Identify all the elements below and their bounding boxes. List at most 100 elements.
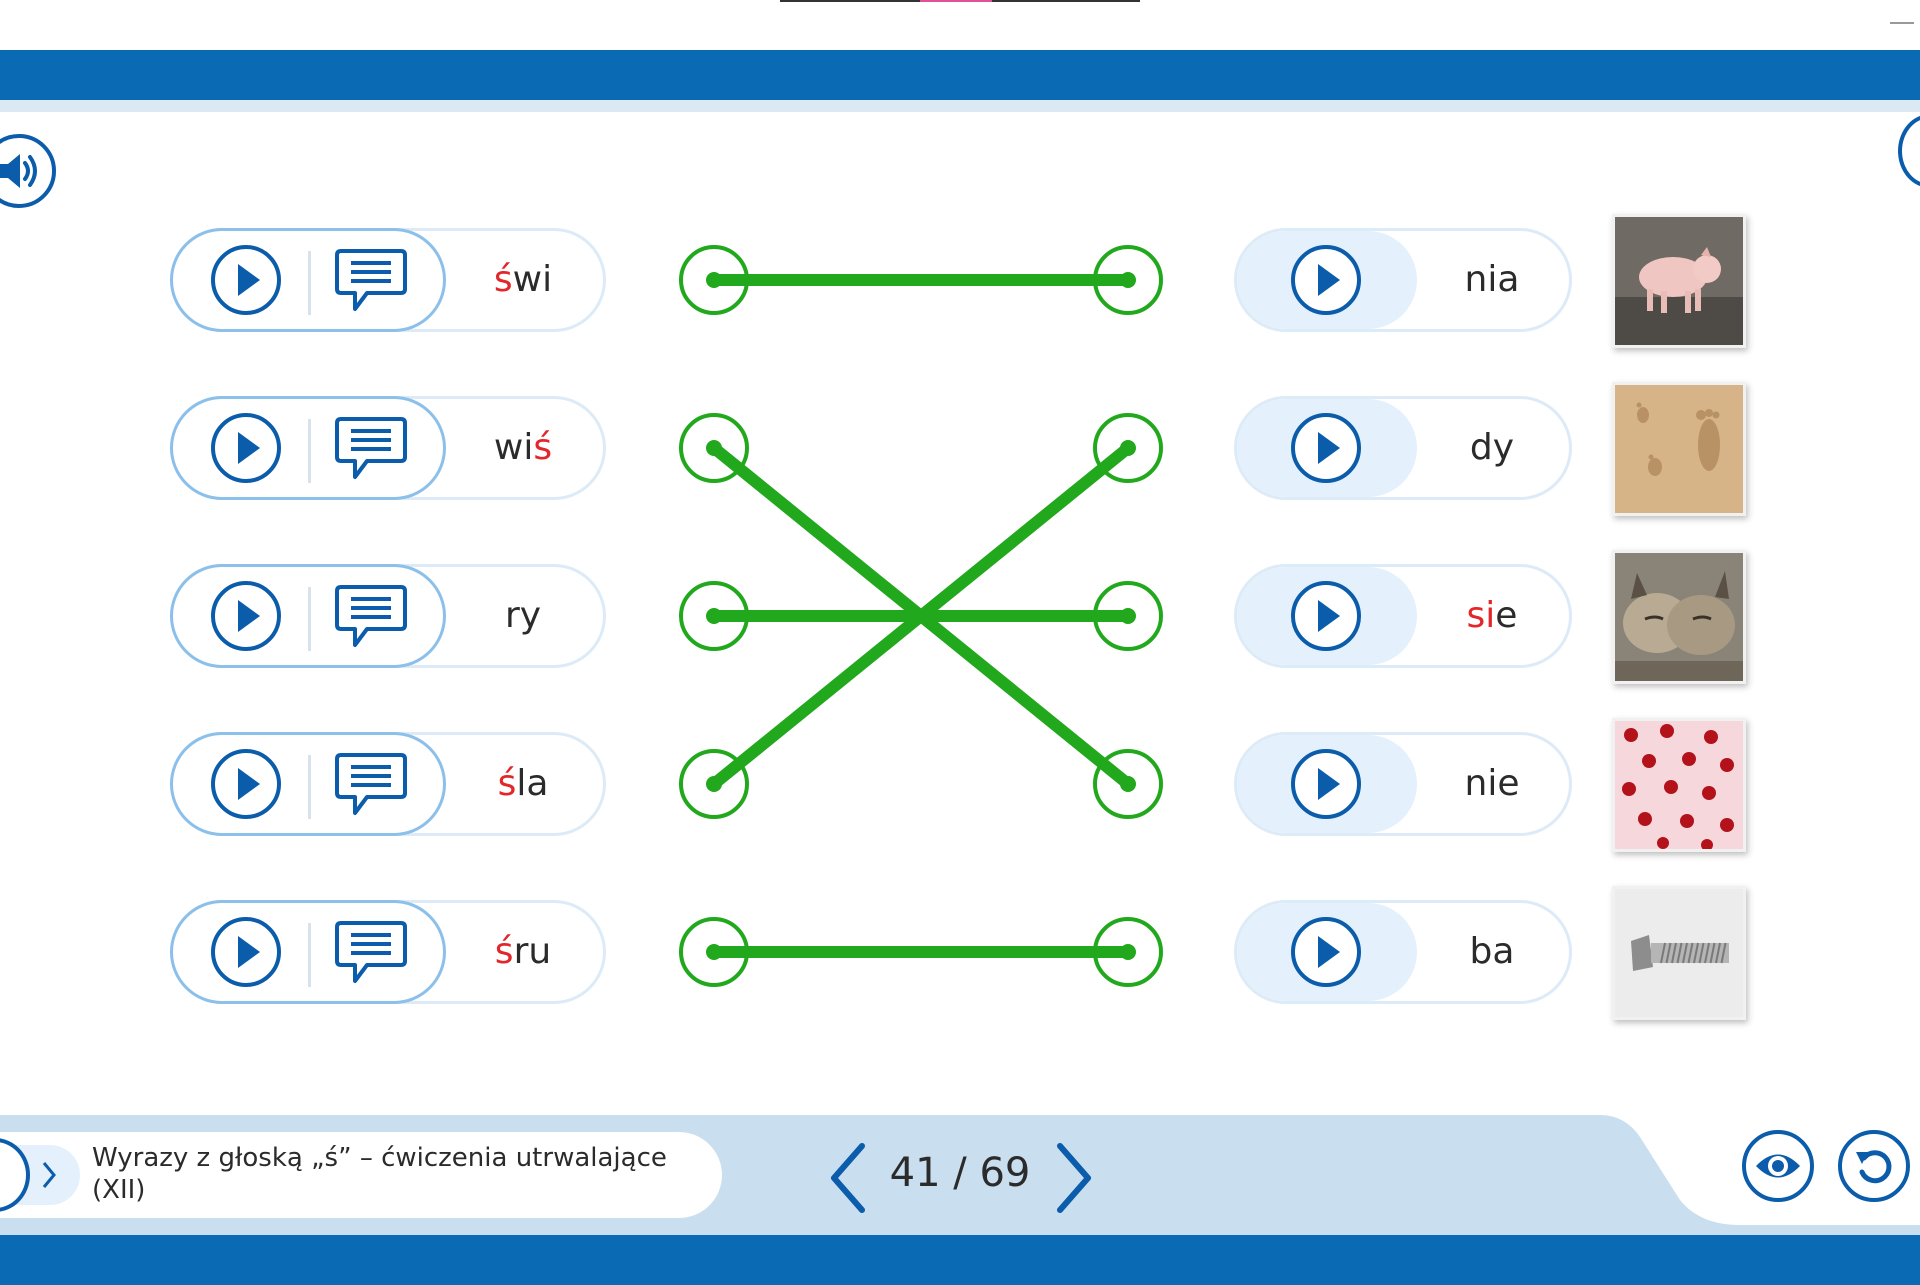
speaker-icon	[0, 154, 37, 188]
syllable-text: dy	[1469, 427, 1515, 468]
syllable-text: sie	[1466, 595, 1518, 636]
controls-group	[170, 900, 446, 1004]
chevron-right-icon[interactable]	[1048, 1140, 1098, 1216]
syllable-text: nie	[1464, 763, 1520, 804]
controls-group	[170, 564, 446, 668]
right-syllable-card: ba	[1234, 900, 1572, 1004]
connection-line	[708, 442, 1134, 790]
play-icon	[1318, 936, 1340, 968]
play-button[interactable]	[1291, 581, 1361, 651]
connector-ring[interactable]	[1093, 245, 1163, 315]
connector-dot	[706, 440, 722, 456]
separator	[308, 587, 311, 651]
separator	[308, 755, 311, 819]
controls-group	[170, 732, 446, 836]
menu-icon	[1915, 136, 1920, 166]
connector-dot	[706, 944, 722, 960]
left-syllable-card: śla	[170, 732, 606, 836]
lynx-picture	[1612, 550, 1746, 684]
controls-group	[170, 396, 446, 500]
cherries-picture	[1612, 718, 1746, 852]
speech-bubble-icon[interactable]	[333, 749, 409, 821]
bottom-bar	[0, 1235, 1920, 1285]
play-button[interactable]	[1291, 749, 1361, 819]
connector-ring[interactable]	[1093, 581, 1163, 651]
play-button[interactable]	[1291, 413, 1361, 483]
play-icon	[1318, 600, 1340, 632]
separator	[308, 419, 311, 483]
play-icon	[238, 432, 260, 464]
speech-bubble-icon[interactable]	[333, 917, 409, 989]
play-icon	[1318, 768, 1340, 800]
play-icon	[1318, 432, 1340, 464]
connector-ring[interactable]	[679, 917, 749, 987]
minimize-icon[interactable]	[1890, 22, 1914, 24]
pig-picture	[1612, 214, 1746, 348]
speaker-button[interactable]	[0, 134, 56, 208]
syllable-text: śla	[497, 763, 549, 804]
speech-bubble-icon[interactable]	[333, 413, 409, 485]
top-bar	[0, 50, 1920, 100]
play-button[interactable]	[211, 749, 281, 819]
syllable-text: ba	[1469, 931, 1515, 972]
connector-dot	[1120, 440, 1136, 456]
syllable-text: śru	[494, 931, 552, 972]
top-bar-shadow	[0, 100, 1920, 112]
connector-ring[interactable]	[679, 413, 749, 483]
connector-dot	[1120, 776, 1136, 792]
right-syllable-card: nia	[1234, 228, 1572, 332]
connector-dot	[706, 608, 722, 624]
left-syllable-card: świ	[170, 228, 606, 332]
lesson-title: Wyrazy z głoską „ś” – ćwiczenia utrwalaj…	[92, 1143, 667, 1205]
controls-group	[170, 228, 446, 332]
reset-button[interactable]	[1838, 1130, 1910, 1202]
speech-bubble-icon[interactable]	[333, 581, 409, 653]
play-icon	[238, 600, 260, 632]
connector-ring[interactable]	[679, 749, 749, 819]
chevron-left-icon[interactable]	[824, 1140, 874, 1216]
play-button[interactable]	[1291, 245, 1361, 315]
reset-icon	[1856, 1150, 1892, 1184]
separator	[308, 251, 311, 315]
connector-ring[interactable]	[1093, 413, 1163, 483]
play-button[interactable]	[211, 581, 281, 651]
connector-ring[interactable]	[679, 581, 749, 651]
right-syllable-card: dy	[1234, 396, 1572, 500]
syllable-text: ry	[504, 595, 542, 636]
footprints-picture	[1612, 382, 1746, 516]
screw-picture	[1612, 886, 1746, 1020]
connector-dot	[706, 776, 722, 792]
syllable-text: nia	[1464, 259, 1520, 300]
connector-dot	[1120, 272, 1136, 288]
play-button[interactable]	[211, 917, 281, 987]
connector-ring[interactable]	[679, 245, 749, 315]
speech-bubble-icon[interactable]	[333, 245, 409, 317]
top-strip	[0, 0, 1920, 50]
connector-ring[interactable]	[1093, 749, 1163, 819]
connector-ring[interactable]	[1093, 917, 1163, 987]
page-counter: 41 / 69	[889, 1150, 1031, 1196]
connector-dot	[706, 272, 722, 288]
syllable-text: świ	[493, 259, 553, 300]
play-button[interactable]	[1291, 917, 1361, 987]
play-button[interactable]	[211, 245, 281, 315]
play-icon	[238, 768, 260, 800]
connector-dot	[1120, 608, 1136, 624]
play-button[interactable]	[211, 413, 281, 483]
top-tab-accent	[920, 0, 992, 2]
eye-icon	[1756, 1154, 1800, 1178]
connection-line	[708, 442, 1134, 790]
left-syllable-card: wiś	[170, 396, 606, 500]
right-syllable-card: nie	[1234, 732, 1572, 836]
connector-dot	[1120, 944, 1136, 960]
play-icon	[1318, 264, 1340, 296]
left-syllable-card: ry	[170, 564, 606, 668]
show-answers-button[interactable]	[1742, 1130, 1814, 1202]
menu-button[interactable]	[1898, 114, 1920, 188]
play-icon	[238, 264, 260, 296]
play-icon	[238, 936, 260, 968]
syllable-text: wiś	[493, 427, 553, 468]
right-syllable-card: sie	[1234, 564, 1572, 668]
left-syllable-card: śru	[170, 900, 606, 1004]
separator	[308, 923, 311, 987]
